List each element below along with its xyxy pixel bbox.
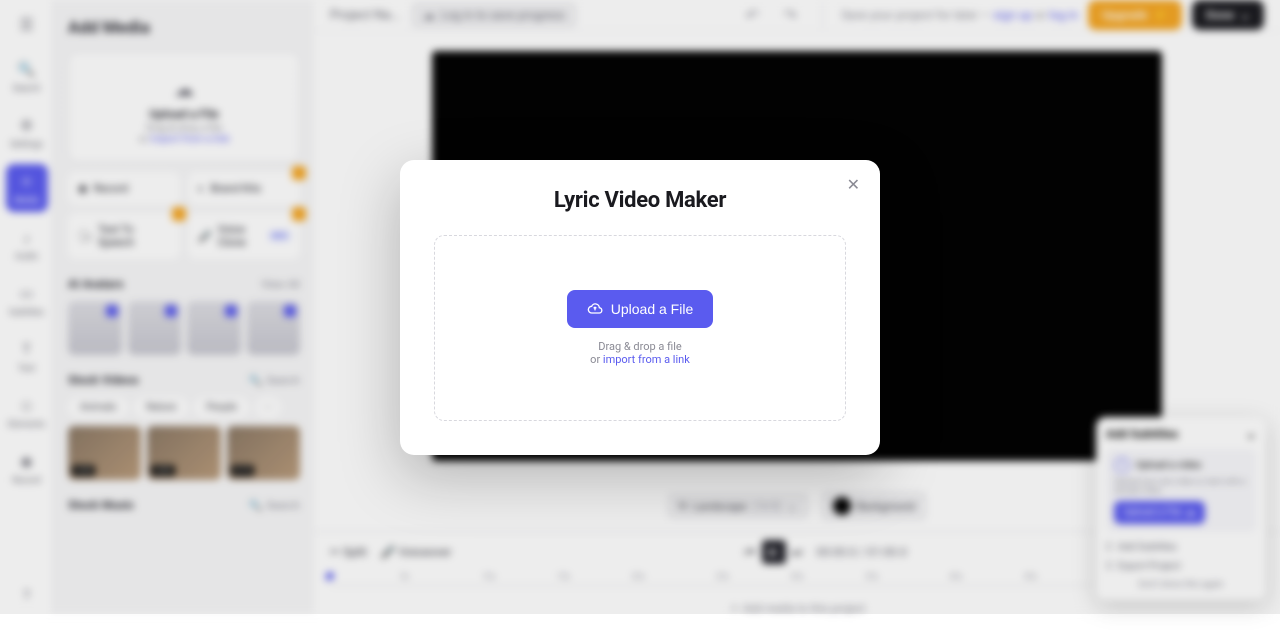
- modal-overlay[interactable]: ✕ Lyric Video Maker Upload a File Drag &…: [0, 0, 1280, 614]
- upload-file-button[interactable]: Upload a File: [567, 290, 714, 328]
- upload-button-label: Upload a File: [611, 301, 694, 317]
- dropzone[interactable]: Upload a File Drag & drop a file or impo…: [434, 235, 846, 421]
- import-from-link[interactable]: import from a link: [603, 353, 690, 366]
- lyric-video-maker-modal: ✕ Lyric Video Maker Upload a File Drag &…: [400, 160, 880, 455]
- close-icon: ✕: [847, 177, 860, 194]
- dropzone-subtext: Drag & drop a file or import from a link: [455, 340, 825, 366]
- cloud-upload-icon: [587, 301, 603, 317]
- modal-title: Lyric Video Maker: [434, 188, 846, 213]
- close-button[interactable]: ✕: [843, 174, 864, 198]
